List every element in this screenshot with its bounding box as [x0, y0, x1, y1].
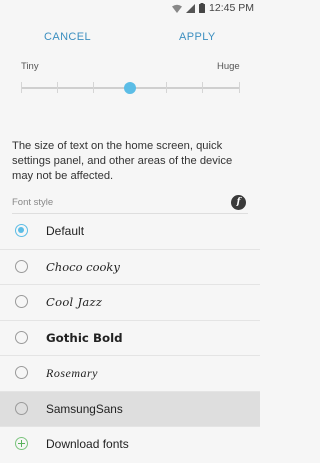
apply-button[interactable]: APPLY [179, 31, 216, 43]
font-size-slider[interactable]: Tiny Huge [0, 56, 260, 106]
font-option-label: Choco cooky [46, 259, 120, 274]
radio-button[interactable] [15, 366, 28, 379]
slider-tick [165, 82, 167, 93]
font-option-label: Cool Jazz [46, 295, 103, 309]
download-fonts-item[interactable]: Download fonts [0, 427, 260, 463]
font-option-label: SamsungSans [46, 401, 123, 416]
slider-tick [56, 82, 58, 93]
font-option-rosemary[interactable]: Rosemary [0, 356, 260, 392]
font-option-label: Gothic Bold [46, 330, 123, 345]
font-option-samsungsans[interactable]: SamsungSans [0, 391, 260, 427]
wifi-icon [172, 4, 183, 13]
download-fonts-label: Download fonts [46, 437, 129, 451]
font-store-icon[interactable]: f [231, 195, 246, 210]
battery-icon [199, 3, 206, 13]
slider-tick [20, 82, 22, 93]
font-option-label: Rosemary [46, 366, 98, 380]
font-style-header: Font style [12, 197, 54, 208]
font-option-choco-cooky[interactable]: Choco cooky [0, 250, 260, 285]
font-option-gothic-bold[interactable]: Gothic Bold [0, 321, 260, 356]
signal-icon [186, 3, 196, 13]
slider-tick [202, 82, 204, 93]
slider-max-label: Huge [217, 61, 240, 72]
slider-tick [93, 82, 95, 93]
font-option-default[interactable]: Default [0, 214, 260, 250]
font-option-cool-jazz[interactable]: Cool Jazz [0, 285, 260, 321]
font-size-description: The size of text on the home screen, qui… [12, 140, 233, 182]
slider-min-label: Tiny [21, 61, 39, 72]
cancel-button[interactable]: CANCEL [44, 31, 91, 43]
font-style-list: Default Choco cooky Cool Jazz Gothic Bol… [0, 214, 260, 463]
radio-button[interactable] [15, 224, 28, 237]
radio-button[interactable] [15, 259, 28, 273]
radio-button[interactable] [15, 330, 28, 344]
action-bar: CANCEL APPLY [0, 22, 260, 56]
font-option-label: Default [46, 224, 85, 238]
radio-button[interactable] [15, 401, 28, 415]
slider-tick [238, 82, 240, 93]
radio-button[interactable] [15, 295, 28, 308]
add-icon [15, 437, 28, 450]
status-time: 12:45 PM [209, 2, 254, 14]
status-bar: 12:45 PM [0, 0, 260, 16]
slider-thumb[interactable] [124, 82, 136, 94]
